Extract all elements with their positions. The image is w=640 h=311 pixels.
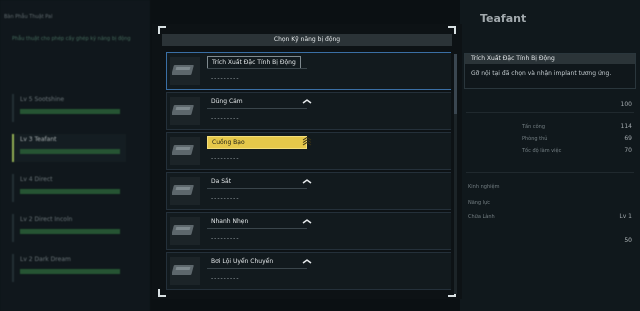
list-scrollbar[interactable] <box>454 54 457 294</box>
skill-name: Nhanh Nhẹn <box>211 218 249 225</box>
stat-label: Tấn công <box>522 124 546 130</box>
triple-chevron-up-icon <box>302 136 312 146</box>
pal-item[interactable]: Lv 2 Dark Dream <box>12 254 126 282</box>
skill-option[interactable]: Nhanh Nhẹn --------- <box>166 212 451 250</box>
pal-list-panel: Bàn Phẫu Thuật Pal Phẫu thuật cho phép c… <box>0 0 150 311</box>
skill-name: Cuồng Bạo <box>207 136 307 149</box>
stat-label: Phòng thủ <box>522 136 548 142</box>
stat-value: 70 <box>624 147 632 154</box>
divider <box>207 228 307 229</box>
stat-value: 114 <box>620 123 632 130</box>
hp-bar <box>20 189 120 194</box>
implant-chip-icon <box>170 177 200 205</box>
divider <box>466 112 634 113</box>
stat-label: Tốc độ làm việc <box>522 148 562 154</box>
passive-skill-list: Trích Xuất Đặc Tính Bị Động --------- Dũ… <box>166 52 451 295</box>
tooltip-description: Gỡ nội tại đã chọn và nhận implant tương… <box>471 70 612 77</box>
skill-name: Bơi Lội Uyển Chuyển <box>211 258 274 265</box>
divider <box>466 172 634 173</box>
tooltip-title: Trích Xuất Đặc Tính Bị Động <box>465 54 635 64</box>
pal-item[interactable]: Lv 5 Sootshine <box>12 94 126 122</box>
scrollbar-thumb[interactable] <box>454 54 457 114</box>
skill-description: --------- <box>211 155 240 162</box>
skill-option[interactable]: Dũng Cảm --------- <box>166 92 451 130</box>
implant-chip-icon <box>170 137 200 165</box>
pal-name: Lv 4 Direct <box>20 176 53 183</box>
skill-option[interactable]: Da Sắt --------- <box>166 172 451 210</box>
hp-bar <box>20 149 120 154</box>
frame-corner <box>158 289 166 297</box>
skill-name: Dũng Cảm <box>211 98 243 105</box>
pal-item[interactable]: Lv 4 Direct <box>12 174 126 202</box>
chevron-up-icon <box>302 99 312 104</box>
chevron-up-icon <box>302 219 312 224</box>
skill-description: --------- <box>211 195 240 202</box>
divider <box>207 68 307 69</box>
skill-description: --------- <box>211 275 240 282</box>
info-label: Chữa Lành <box>468 214 495 220</box>
skill-description: --------- <box>211 75 240 82</box>
frame-corner <box>158 26 166 34</box>
stat-value: 69 <box>624 135 632 142</box>
skill-description: --------- <box>211 235 240 242</box>
skill-name: Da Sắt <box>211 178 232 185</box>
implant-chip-icon <box>170 257 200 285</box>
hp-bar <box>20 269 120 274</box>
panel-title: Bàn Phẫu Thuật Pal <box>4 14 53 20</box>
pal-item-selected[interactable]: Lv 3 Teafant <box>12 134 126 162</box>
choose-passive-skill-dialog: Chọn Kỹ năng bị động Trích Xuất Đặc Tính… <box>152 24 462 299</box>
stat-value: 100 <box>620 101 632 108</box>
skill-option-selected[interactable]: Trích Xuất Đặc Tính Bị Động --------- <box>166 52 451 90</box>
divider <box>207 108 307 109</box>
pal-detail-name: Teafant <box>480 12 527 25</box>
info-value: 50 <box>624 237 632 244</box>
info-label: Năng lực <box>468 200 491 206</box>
divider <box>207 268 307 269</box>
dialog-title: Chọn Kỹ năng bị động <box>162 34 452 46</box>
hp-bar <box>20 109 120 114</box>
implant-chip-icon <box>170 97 200 125</box>
skill-description: --------- <box>211 115 240 122</box>
implant-chip-icon <box>170 57 200 85</box>
pal-name: Lv 2 Direct Incoln <box>20 216 73 223</box>
panel-subtitle: Phẫu thuật cho phép cấy ghép kỹ năng bị … <box>12 36 131 42</box>
implant-chip-icon <box>170 217 200 245</box>
skill-option[interactable]: Bơi Lội Uyển Chuyển --------- <box>166 252 451 290</box>
info-value: Lv 1 <box>619 213 632 220</box>
skill-option[interactable]: Cuồng Bạo --------- <box>166 132 451 170</box>
chevron-up-icon <box>302 259 312 264</box>
info-label: Kinh nghiệm <box>468 184 500 190</box>
divider <box>207 188 307 189</box>
skill-tooltip: Trích Xuất Đặc Tính Bị Động Gỡ nội tại đ… <box>464 53 636 89</box>
pal-name: Lv 3 Teafant <box>20 136 57 143</box>
pal-name: Lv 5 Sootshine <box>20 96 65 103</box>
pal-name: Lv 2 Dark Dream <box>20 256 71 263</box>
frame-corner <box>448 26 456 34</box>
pal-item[interactable]: Lv 2 Direct Incoln <box>12 214 126 242</box>
hp-bar <box>20 229 120 234</box>
chevron-up-icon <box>302 179 312 184</box>
pal-detail-panel: Teafant 100 Tấn công 114 Phòng thủ 69 Tố… <box>460 0 640 311</box>
